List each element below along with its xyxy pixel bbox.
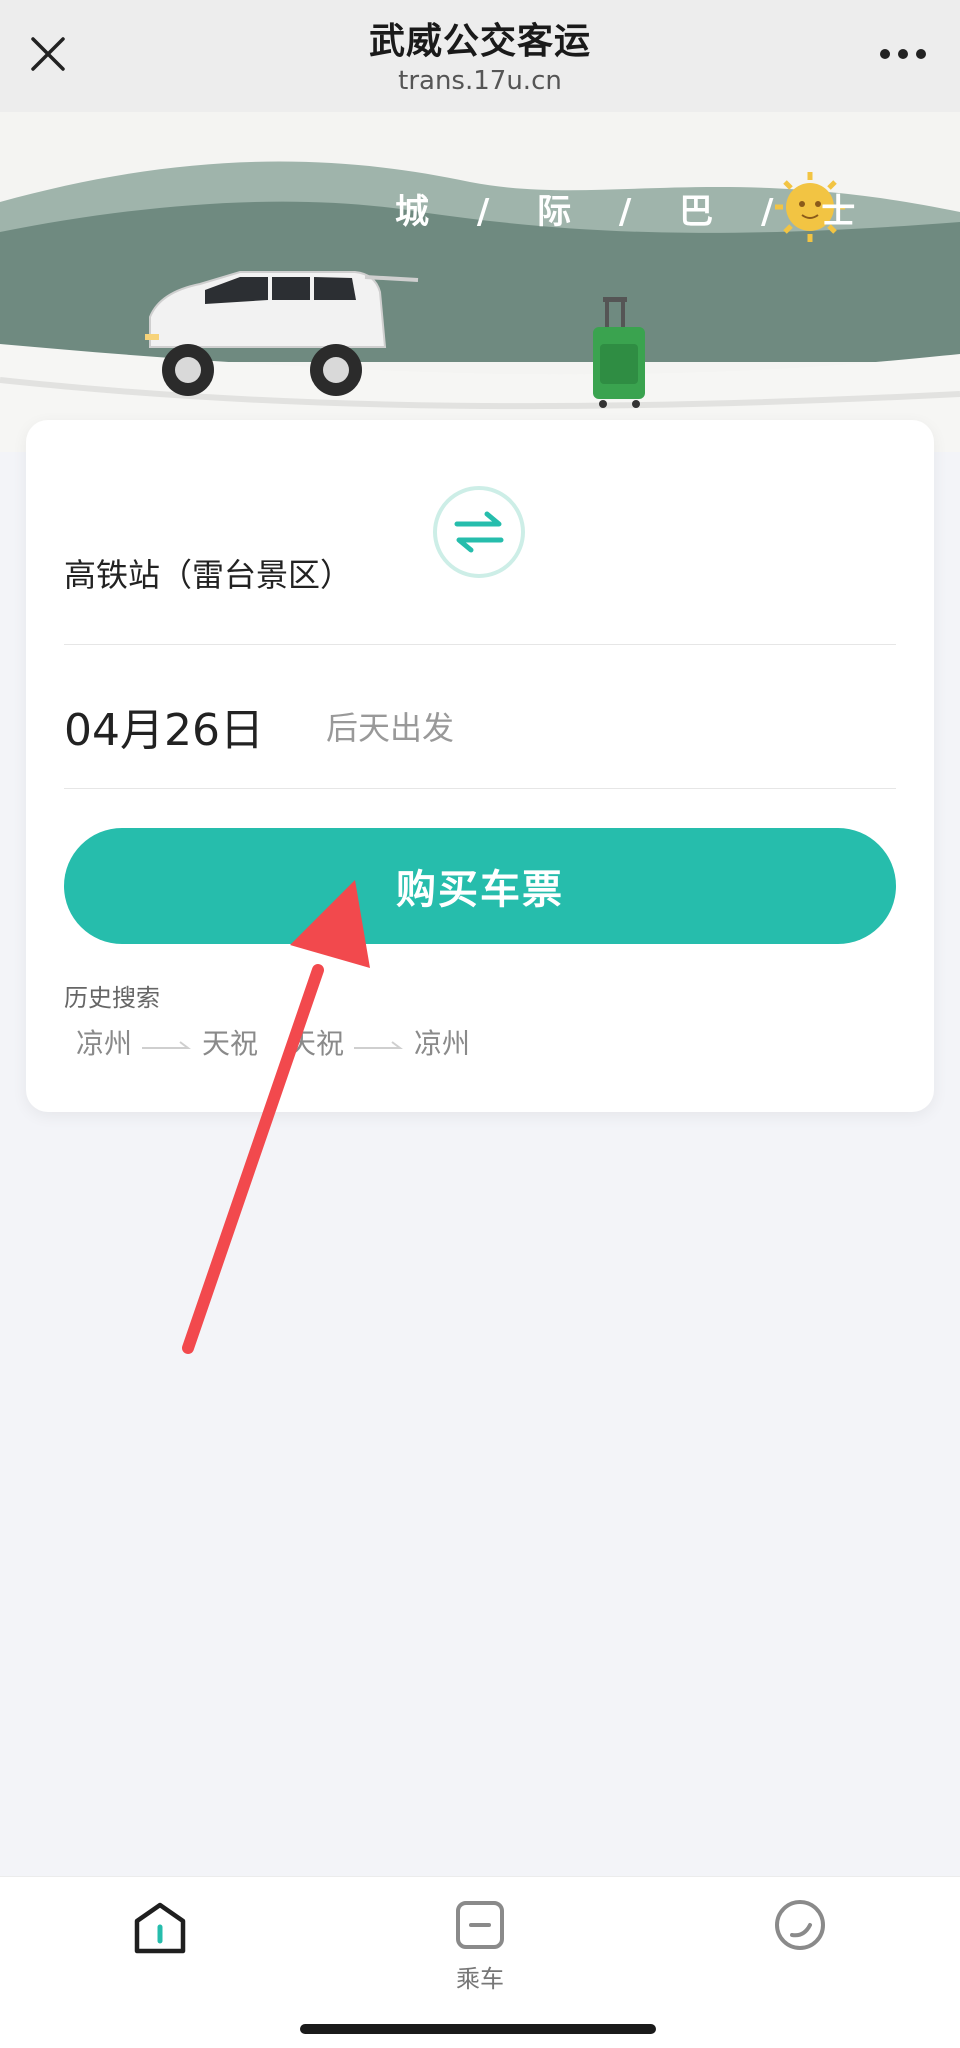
page-title: 武威公交客运 — [368, 21, 591, 62]
hero-banner: 城 / 际 / 巴 / 士 — [0, 112, 960, 452]
tab-label: 乘车 — [456, 1965, 504, 1993]
ticket-icon — [456, 1901, 504, 1949]
more-dots-icon — [880, 49, 926, 59]
home-indicator — [300, 2024, 656, 2034]
long-arrow-icon — [142, 1026, 192, 1059]
page-url: trans.17u.cn — [398, 66, 562, 96]
home-icon — [134, 1902, 186, 1954]
date-hint: 后天出发 — [325, 709, 454, 747]
tab-ride[interactable]: 乘车 — [410, 1897, 550, 2007]
history-from: 天祝 — [288, 1027, 345, 1060]
top-nav-bar: 武威公交客运 trans.17u.cn — [0, 0, 960, 112]
departure-station[interactable]: 高铁站（雷台景区） — [64, 550, 352, 596]
long-arrow-icon — [354, 1026, 404, 1059]
departure-date: 04月26日 — [64, 705, 264, 756]
history-to: 天祝 — [202, 1027, 259, 1060]
tab-profile[interactable] — [730, 1897, 870, 2007]
history-item[interactable]: 天祝 凉州 — [288, 1020, 470, 1064]
swap-stations-button[interactable] — [433, 486, 525, 578]
history-label: 历史搜索 — [64, 984, 160, 1012]
date-picker[interactable]: 04月26日 后天出发 — [64, 680, 896, 772]
tab-home[interactable] — [90, 1897, 230, 2007]
banner-illustration — [0, 161, 960, 452]
divider — [64, 644, 896, 645]
bottom-tab-bar: 乘车 — [0, 1876, 960, 2048]
profile-icon — [775, 1900, 825, 1950]
history-from: 凉州 — [76, 1027, 133, 1060]
arrival-station[interactable] — [716, 550, 896, 596]
history-to: 凉州 — [414, 1027, 471, 1060]
search-card: 高铁站（雷台景区） 04月26日 后天出发 购买车票 历史搜索 凉州 天祝 天祝… — [26, 420, 934, 1112]
divider — [64, 788, 896, 789]
banner-slogan: 城 / 际 / 巴 / 士 — [395, 192, 874, 232]
more-button[interactable] — [868, 30, 938, 78]
history-item[interactable]: 凉州 天祝 — [76, 1020, 258, 1064]
buy-ticket-button[interactable]: 购买车票 — [64, 828, 896, 944]
swap-arrows-icon — [454, 511, 504, 553]
